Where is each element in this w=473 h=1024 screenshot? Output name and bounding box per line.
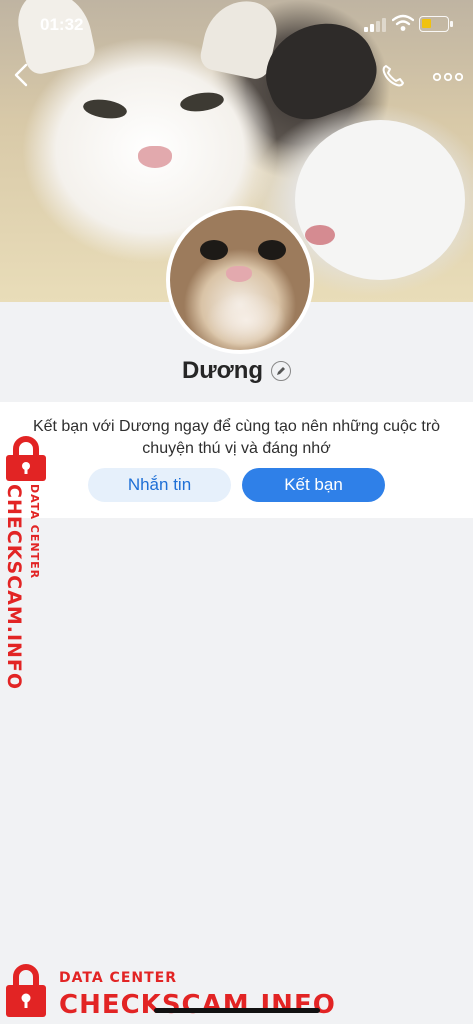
watermark-bottom-small: DATA CENTER xyxy=(59,970,177,986)
profile-name: Dương xyxy=(181,357,264,384)
avatar[interactable] xyxy=(166,206,314,354)
watermark-vertical-small: DATA CENTER xyxy=(28,484,41,580)
more-icon[interactable] xyxy=(433,72,463,82)
profile-name-row: Dương xyxy=(0,357,473,385)
edit-icon[interactable] xyxy=(271,361,292,381)
status-time: 01:32 xyxy=(40,15,84,34)
watermark-bottom-big: CHECKSCAM.INFO xyxy=(59,990,336,1020)
friend-description: Kết bạn với Dương ngay để cùng tạo nên n… xyxy=(32,418,441,457)
phone-icon[interactable] xyxy=(380,63,406,89)
watermark-vertical-big: CHECKSCAM.INFO xyxy=(3,484,25,691)
wifi-icon xyxy=(392,14,414,31)
lock-icon xyxy=(6,436,46,481)
lock-icon xyxy=(6,964,46,1017)
battery-icon xyxy=(419,16,453,32)
friend-request-card: Kết bạn với Dương ngay để cùng tạo nên n… xyxy=(0,402,473,518)
home-indicator[interactable] xyxy=(154,1008,320,1013)
message-button[interactable]: Nhắn tin xyxy=(88,468,231,502)
add-friend-button[interactable]: Kết bạn xyxy=(242,468,385,502)
back-icon[interactable] xyxy=(10,62,34,88)
signal-icon xyxy=(364,18,386,32)
